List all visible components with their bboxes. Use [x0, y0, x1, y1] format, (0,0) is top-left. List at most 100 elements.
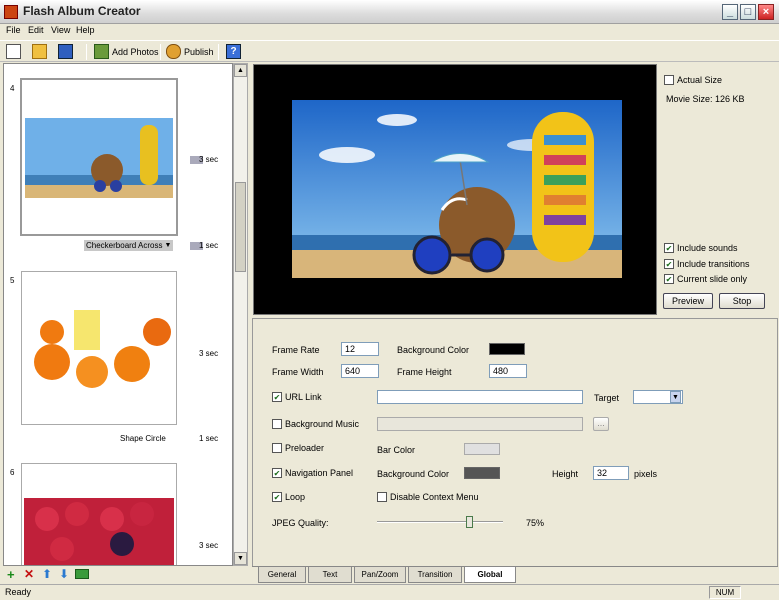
height-input[interactable]: 32: [593, 466, 629, 480]
frame-width-input[interactable]: 640: [341, 364, 379, 378]
frame-height-input[interactable]: 480: [489, 364, 527, 378]
new-button[interactable]: [6, 43, 21, 60]
preview-options-panel: Actual Size Movie Size: 126 KB ✔ Include…: [657, 64, 777, 315]
chevron-down-icon[interactable]: ▼: [670, 391, 681, 403]
slide-image-berries: [24, 498, 174, 565]
tab-strip: General Text Pan/Zoom Transition Global: [252, 566, 778, 583]
height-label: Height: [552, 469, 579, 479]
preloader-option[interactable]: Preloader: [272, 443, 324, 453]
include-sounds-option[interactable]: ✔ Include sounds: [664, 243, 738, 253]
transition-label: Checkerboard Across: [86, 241, 163, 250]
help-button[interactable]: ?: [226, 43, 241, 60]
menu-help[interactable]: Help: [76, 25, 95, 35]
navigation-panel-option[interactable]: ✔ Navigation Panel: [272, 468, 353, 478]
preloader-label: Preloader: [285, 443, 325, 453]
actual-size-option[interactable]: Actual Size: [664, 75, 722, 85]
menu-bar: File Edit View Help: [0, 24, 779, 40]
menu-view[interactable]: View: [51, 25, 70, 35]
slide-thumbnail-4[interactable]: [20, 78, 178, 236]
loop-label: Loop: [285, 492, 306, 502]
add-photos-icon: [94, 44, 109, 59]
nav-background-color-picker[interactable]: [464, 467, 500, 479]
open-button[interactable]: [32, 43, 47, 60]
url-link-input[interactable]: [377, 390, 583, 404]
slide-list[interactable]: 4 3 sec Checkerboard Across ▼ 1 sec 5 3 …: [3, 63, 233, 566]
preview-button[interactable]: Preview: [663, 293, 713, 309]
loop-option[interactable]: ✔ Loop: [272, 492, 305, 502]
new-document-icon: [6, 44, 21, 59]
transition-label[interactable]: Shape Circle: [120, 434, 166, 443]
publish-button[interactable]: Publish: [166, 43, 214, 60]
toolbar-separator: [86, 44, 87, 60]
background-music-option[interactable]: Background Music: [272, 419, 359, 429]
target-label: Target: [594, 393, 620, 403]
tab-general[interactable]: General: [258, 567, 306, 583]
include-transitions-checkbox[interactable]: ✔: [664, 259, 674, 269]
loop-checkbox[interactable]: ✔: [272, 492, 282, 502]
scroll-up-icon[interactable]: ▲: [234, 64, 247, 77]
background-music-checkbox[interactable]: [272, 419, 282, 429]
frame-rate-input[interactable]: 12: [341, 342, 379, 356]
tab-pan-zoom[interactable]: Pan/Zoom: [354, 567, 406, 583]
url-link-checkbox[interactable]: ✔: [272, 392, 282, 402]
chevron-down-icon: ▼: [164, 242, 172, 249]
save-icon: [58, 44, 73, 59]
tab-text[interactable]: Text: [308, 567, 352, 583]
slide-duration: 3 sec: [199, 155, 219, 164]
target-select[interactable]: ▼: [633, 390, 683, 404]
browse-music-button[interactable]: ...: [593, 417, 609, 431]
jpeg-quality-slider[interactable]: [377, 516, 503, 528]
delete-slide-icon[interactable]: ✕: [24, 567, 34, 581]
move-down-icon[interactable]: ⬇: [59, 567, 69, 581]
actual-size-checkbox[interactable]: [664, 75, 674, 85]
menu-file[interactable]: File: [6, 25, 21, 35]
url-link-option[interactable]: ✔ URL Link: [272, 392, 322, 402]
maximize-button[interactable]: □: [740, 4, 756, 20]
move-up-icon[interactable]: ⬆: [42, 567, 52, 581]
close-button[interactable]: ×: [758, 4, 774, 20]
background-color-picker[interactable]: [489, 343, 525, 355]
slide-duration: 3 sec: [199, 349, 219, 358]
scroll-thumb[interactable]: [235, 182, 246, 272]
current-slide-only-option[interactable]: ✔ Current slide only: [664, 274, 747, 284]
slide-actions-bar: + ✕ ⬆ ⬇: [3, 566, 248, 582]
pixels-label: pixels: [634, 469, 658, 479]
tab-global[interactable]: Global: [464, 567, 516, 583]
num-lock-indicator: NUM: [709, 586, 741, 599]
add-slide-icon[interactable]: +: [7, 567, 15, 582]
transition-duration: 1 sec: [199, 241, 219, 250]
include-sounds-checkbox[interactable]: ✔: [664, 243, 674, 253]
scroll-down-icon[interactable]: ▼: [234, 552, 247, 565]
preloader-checkbox[interactable]: [272, 443, 282, 453]
transition-duration: 1 sec: [199, 434, 219, 443]
preview-image-beach: [292, 100, 622, 278]
current-slide-only-checkbox[interactable]: ✔: [664, 274, 674, 284]
include-transitions-label: Include transitions: [677, 259, 750, 269]
status-text: Ready: [5, 587, 32, 597]
minimize-button[interactable]: _: [722, 4, 738, 20]
slide-thumbnail-6[interactable]: [21, 463, 177, 565]
bar-color-picker[interactable]: [464, 443, 500, 455]
toolbar: Add Photos Publish ?: [0, 40, 779, 62]
image-edit-icon[interactable]: [75, 569, 89, 579]
include-transitions-option[interactable]: ✔ Include transitions: [664, 259, 750, 269]
jpeg-quality-value: 75%: [526, 518, 545, 528]
slide-thumbnail-5[interactable]: [21, 271, 177, 425]
stop-button[interactable]: Stop: [719, 293, 765, 309]
slide-list-scrollbar[interactable]: ▲ ▼: [233, 63, 248, 566]
save-button[interactable]: [58, 43, 73, 60]
menu-edit[interactable]: Edit: [28, 25, 44, 35]
navigation-panel-checkbox[interactable]: ✔: [272, 468, 282, 478]
disable-context-menu-option[interactable]: Disable Context Menu: [377, 492, 479, 502]
help-icon: ?: [226, 44, 241, 59]
slider-thumb[interactable]: [466, 516, 473, 528]
window-title: Flash Album Creator: [23, 4, 141, 18]
transition-select[interactable]: Checkerboard Across ▼: [84, 240, 174, 251]
toolbar-separator: [160, 44, 161, 60]
tab-transition[interactable]: Transition: [408, 567, 462, 583]
url-link-label: URL Link: [285, 392, 322, 402]
disable-context-menu-checkbox[interactable]: [377, 492, 387, 502]
add-photos-label: Add Photos: [112, 46, 159, 57]
add-photos-button[interactable]: Add Photos: [94, 43, 159, 60]
slide-number: 6: [10, 468, 15, 477]
